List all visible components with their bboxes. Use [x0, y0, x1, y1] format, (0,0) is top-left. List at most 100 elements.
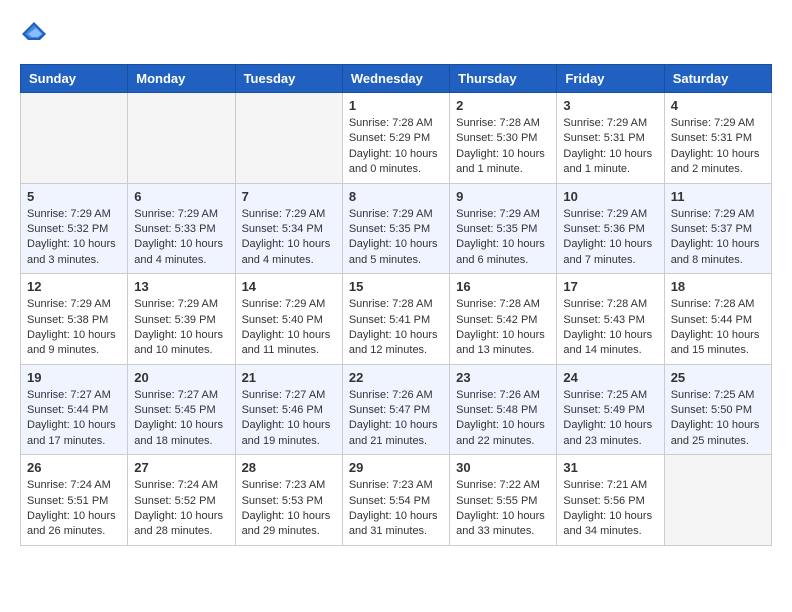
calendar-cell	[664, 455, 771, 546]
calendar-cell: 25 Sunrise: 7:25 AMSunset: 5:50 PMDayligh…	[664, 364, 771, 455]
calendar-cell	[21, 93, 128, 184]
cell-text: Sunrise: 7:28 AMSunset: 5:44 PMDaylight:…	[671, 297, 765, 359]
cell-text: Sunrise: 7:28 AMSunset: 5:29 PMDaylight:…	[349, 116, 443, 178]
day-number: 10	[563, 189, 657, 204]
cell-text: Sunrise: 7:29 AMSunset: 5:31 PMDaylight:…	[671, 116, 765, 178]
day-number: 1	[349, 98, 443, 113]
day-number: 24	[563, 370, 657, 385]
calendar-header-thursday: Thursday	[450, 65, 557, 93]
calendar-header-sunday: Sunday	[21, 65, 128, 93]
calendar-cell: 28 Sunrise: 7:23 AMSunset: 5:53 PMDayligh…	[235, 455, 342, 546]
cell-text: Sunrise: 7:23 AMSunset: 5:53 PMDaylight:…	[242, 478, 336, 540]
day-number: 13	[134, 279, 228, 294]
day-number: 4	[671, 98, 765, 113]
cell-text: Sunrise: 7:27 AMSunset: 5:45 PMDaylight:…	[134, 388, 228, 450]
cell-text: Sunrise: 7:29 AMSunset: 5:34 PMDaylight:…	[242, 207, 336, 269]
calendar-cell	[235, 93, 342, 184]
cell-text: Sunrise: 7:28 AMSunset: 5:42 PMDaylight:…	[456, 297, 550, 359]
cell-text: Sunrise: 7:21 AMSunset: 5:56 PMDaylight:…	[563, 478, 657, 540]
day-number: 20	[134, 370, 228, 385]
cell-text: Sunrise: 7:28 AMSunset: 5:43 PMDaylight:…	[563, 297, 657, 359]
day-number: 30	[456, 460, 550, 475]
cell-text: Sunrise: 7:25 AMSunset: 5:50 PMDaylight:…	[671, 388, 765, 450]
calendar-cell: 4 Sunrise: 7:29 AMSunset: 5:31 PMDaylight…	[664, 93, 771, 184]
calendar-cell: 27 Sunrise: 7:24 AMSunset: 5:52 PMDayligh…	[128, 455, 235, 546]
cell-text: Sunrise: 7:29 AMSunset: 5:31 PMDaylight:…	[563, 116, 657, 178]
day-number: 26	[27, 460, 121, 475]
calendar-cell: 17 Sunrise: 7:28 AMSunset: 5:43 PMDayligh…	[557, 274, 664, 365]
day-number: 2	[456, 98, 550, 113]
day-number: 3	[563, 98, 657, 113]
calendar-table: SundayMondayTuesdayWednesdayThursdayFrid…	[20, 64, 772, 546]
day-number: 6	[134, 189, 228, 204]
cell-text: Sunrise: 7:26 AMSunset: 5:48 PMDaylight:…	[456, 388, 550, 450]
cell-text: Sunrise: 7:27 AMSunset: 5:44 PMDaylight:…	[27, 388, 121, 450]
cell-text: Sunrise: 7:24 AMSunset: 5:51 PMDaylight:…	[27, 478, 121, 540]
calendar-cell	[128, 93, 235, 184]
cell-text: Sunrise: 7:29 AMSunset: 5:36 PMDaylight:…	[563, 207, 657, 269]
day-number: 8	[349, 189, 443, 204]
calendar-cell: 26 Sunrise: 7:24 AMSunset: 5:51 PMDayligh…	[21, 455, 128, 546]
calendar-cell: 24 Sunrise: 7:25 AMSunset: 5:49 PMDayligh…	[557, 364, 664, 455]
calendar-cell: 29 Sunrise: 7:23 AMSunset: 5:54 PMDayligh…	[342, 455, 449, 546]
calendar-header-saturday: Saturday	[664, 65, 771, 93]
calendar-week-row: 26 Sunrise: 7:24 AMSunset: 5:51 PMDayligh…	[21, 455, 772, 546]
calendar-cell: 14 Sunrise: 7:29 AMSunset: 5:40 PMDayligh…	[235, 274, 342, 365]
cell-text: Sunrise: 7:29 AMSunset: 5:35 PMDaylight:…	[456, 207, 550, 269]
day-number: 12	[27, 279, 121, 294]
day-number: 15	[349, 279, 443, 294]
calendar-cell: 8 Sunrise: 7:29 AMSunset: 5:35 PMDaylight…	[342, 183, 449, 274]
cell-text: Sunrise: 7:23 AMSunset: 5:54 PMDaylight:…	[349, 478, 443, 540]
calendar-week-row: 1 Sunrise: 7:28 AMSunset: 5:29 PMDaylight…	[21, 93, 772, 184]
day-number: 11	[671, 189, 765, 204]
calendar-header-wednesday: Wednesday	[342, 65, 449, 93]
cell-text: Sunrise: 7:29 AMSunset: 5:38 PMDaylight:…	[27, 297, 121, 359]
day-number: 17	[563, 279, 657, 294]
day-number: 18	[671, 279, 765, 294]
cell-text: Sunrise: 7:29 AMSunset: 5:32 PMDaylight:…	[27, 207, 121, 269]
calendar-cell: 7 Sunrise: 7:29 AMSunset: 5:34 PMDaylight…	[235, 183, 342, 274]
cell-text: Sunrise: 7:24 AMSunset: 5:52 PMDaylight:…	[134, 478, 228, 540]
day-number: 31	[563, 460, 657, 475]
cell-text: Sunrise: 7:29 AMSunset: 5:40 PMDaylight:…	[242, 297, 336, 359]
day-number: 29	[349, 460, 443, 475]
day-number: 7	[242, 189, 336, 204]
calendar-cell: 19 Sunrise: 7:27 AMSunset: 5:44 PMDayligh…	[21, 364, 128, 455]
calendar-cell: 30 Sunrise: 7:22 AMSunset: 5:55 PMDayligh…	[450, 455, 557, 546]
calendar-week-row: 19 Sunrise: 7:27 AMSunset: 5:44 PMDayligh…	[21, 364, 772, 455]
cell-text: Sunrise: 7:28 AMSunset: 5:41 PMDaylight:…	[349, 297, 443, 359]
calendar-cell: 13 Sunrise: 7:29 AMSunset: 5:39 PMDayligh…	[128, 274, 235, 365]
cell-text: Sunrise: 7:29 AMSunset: 5:33 PMDaylight:…	[134, 207, 228, 269]
cell-text: Sunrise: 7:28 AMSunset: 5:30 PMDaylight:…	[456, 116, 550, 178]
day-number: 27	[134, 460, 228, 475]
day-number: 19	[27, 370, 121, 385]
calendar-header-tuesday: Tuesday	[235, 65, 342, 93]
calendar-cell: 31 Sunrise: 7:21 AMSunset: 5:56 PMDayligh…	[557, 455, 664, 546]
calendar-cell: 16 Sunrise: 7:28 AMSunset: 5:42 PMDayligh…	[450, 274, 557, 365]
day-number: 28	[242, 460, 336, 475]
calendar-header-row: SundayMondayTuesdayWednesdayThursdayFrid…	[21, 65, 772, 93]
cell-text: Sunrise: 7:25 AMSunset: 5:49 PMDaylight:…	[563, 388, 657, 450]
day-number: 14	[242, 279, 336, 294]
day-number: 9	[456, 189, 550, 204]
day-number: 25	[671, 370, 765, 385]
cell-text: Sunrise: 7:27 AMSunset: 5:46 PMDaylight:…	[242, 388, 336, 450]
cell-text: Sunrise: 7:22 AMSunset: 5:55 PMDaylight:…	[456, 478, 550, 540]
cell-text: Sunrise: 7:26 AMSunset: 5:47 PMDaylight:…	[349, 388, 443, 450]
calendar-cell: 23Sunrise: 7:26 AMSunset: 5:48 PMDayligh…	[450, 364, 557, 455]
calendar-header-monday: Monday	[128, 65, 235, 93]
calendar-cell: 9 Sunrise: 7:29 AMSunset: 5:35 PMDaylight…	[450, 183, 557, 274]
calendar-cell: 3 Sunrise: 7:29 AMSunset: 5:31 PMDaylight…	[557, 93, 664, 184]
calendar-cell: 22Sunrise: 7:26 AMSunset: 5:47 PMDayligh…	[342, 364, 449, 455]
cell-text: Sunrise: 7:29 AMSunset: 5:35 PMDaylight:…	[349, 207, 443, 269]
calendar-cell: 5 Sunrise: 7:29 AMSunset: 5:32 PMDaylight…	[21, 183, 128, 274]
day-number: 5	[27, 189, 121, 204]
cell-text: Sunrise: 7:29 AMSunset: 5:39 PMDaylight:…	[134, 297, 228, 359]
logo	[20, 20, 50, 48]
calendar-cell: 20 Sunrise: 7:27 AMSunset: 5:45 PMDayligh…	[128, 364, 235, 455]
calendar-cell: 12 Sunrise: 7:29 AMSunset: 5:38 PMDayligh…	[21, 274, 128, 365]
calendar-week-row: 5 Sunrise: 7:29 AMSunset: 5:32 PMDaylight…	[21, 183, 772, 274]
day-number: 16	[456, 279, 550, 294]
calendar-cell: 11Sunrise: 7:29 AMSunset: 5:37 PMDayligh…	[664, 183, 771, 274]
day-number: 21	[242, 370, 336, 385]
